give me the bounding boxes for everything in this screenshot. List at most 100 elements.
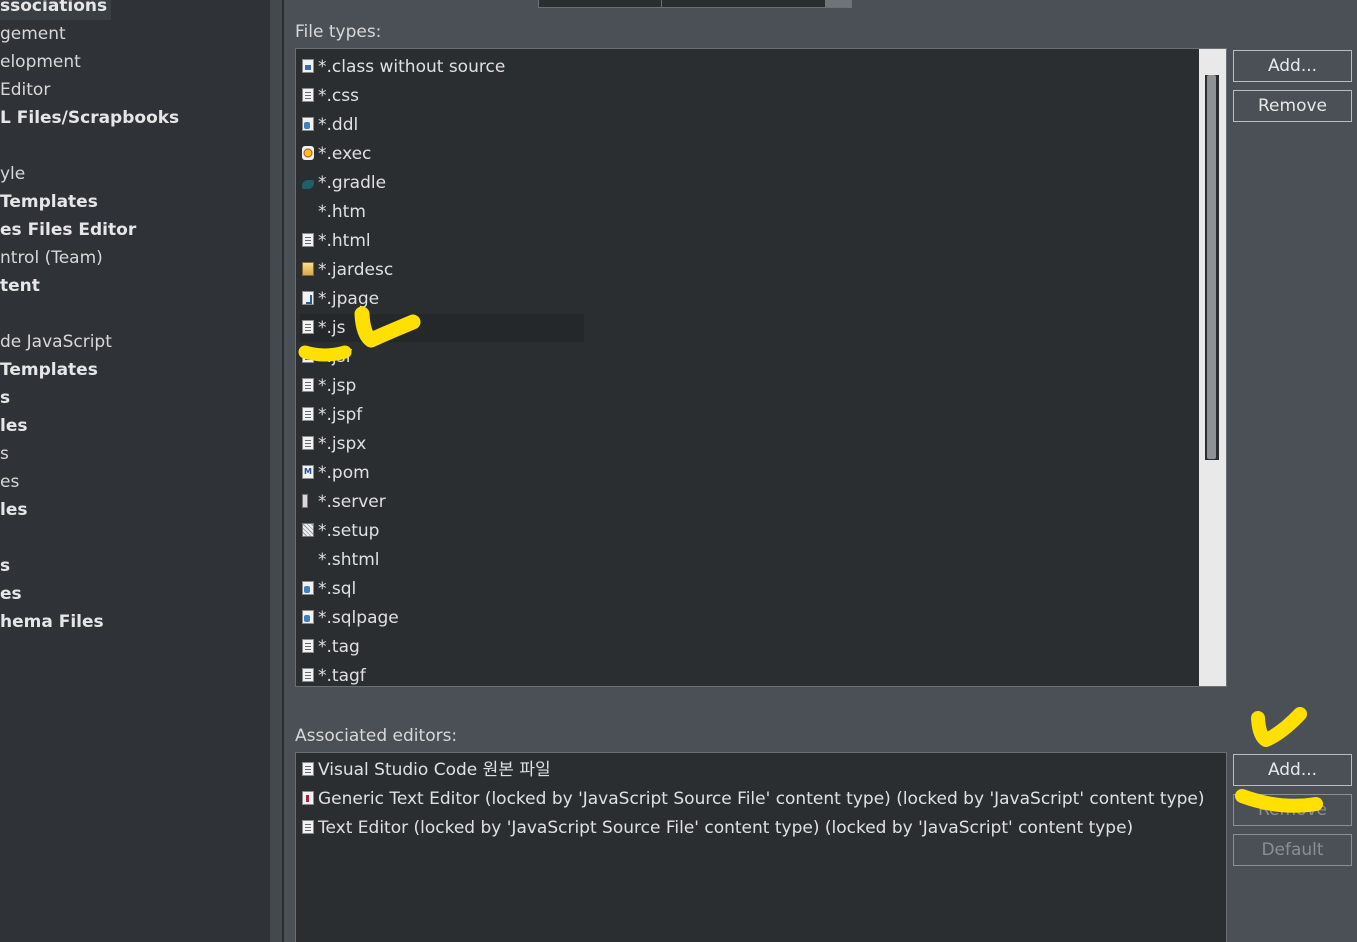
file-type-label: *.jsp: [318, 376, 357, 396]
file-type-label: *.gradle: [318, 173, 387, 193]
file-type-row[interactable]: *.css: [302, 82, 359, 110]
file-type-label: *.shtml: [318, 550, 380, 570]
file-type-row[interactable]: *.shtml: [302, 546, 379, 574]
tree-item[interactable]: es: [0, 580, 22, 608]
tree-item[interactable]: elopment: [0, 48, 81, 76]
tree-item[interactable]: yle: [0, 160, 25, 188]
file-type-row[interactable]: *.sqlpage: [302, 604, 399, 632]
editors-add-button[interactable]: Add...: [1233, 754, 1352, 786]
file-types-scroll-thumb[interactable]: [1207, 75, 1216, 459]
file-type-row[interactable]: *.jspf: [302, 401, 362, 429]
exec-gear-icon: [302, 146, 314, 160]
file-type-label: *.sqlpage: [318, 608, 399, 628]
editor-row[interactable]: Text Editor (locked by 'JavaScript Sourc…: [302, 814, 1133, 842]
file-type-row[interactable]: *.ddl: [302, 111, 358, 139]
text-file-icon: [302, 407, 314, 421]
tree-item[interactable]: gement: [0, 20, 66, 48]
tree-item[interactable]: les: [0, 496, 27, 524]
tree-item[interactable]: ssociations: [0, 0, 112, 20]
file-types-list[interactable]: *.class without source *.css *.ddl *.exec *.…: [295, 48, 1227, 687]
combo-dropdown-button[interactable]: [825, 0, 851, 7]
file-type-row[interactable]: *.server: [302, 488, 386, 516]
tree-item[interactable]: hema Files: [0, 608, 104, 636]
tree-item[interactable]: s: [0, 552, 10, 580]
text-file-icon: [302, 378, 314, 392]
file-type-label: *.sql: [318, 579, 357, 599]
associated-editors-label: Associated editors:: [295, 726, 458, 746]
file-type-label: *.html: [318, 231, 371, 251]
editor-row[interactable]: Visual Studio Code 원본 파일: [302, 756, 551, 784]
editor-label: Text Editor (locked by 'JavaScript Sourc…: [318, 818, 1134, 838]
file-type-label: *.jpage: [318, 289, 380, 309]
associated-editors-list[interactable]: Visual Studio Code 원본 파일 Generic Text Edi…: [295, 752, 1227, 942]
file-type-label: *.class without source: [318, 57, 506, 77]
file-types-add-button[interactable]: Add...: [1233, 50, 1352, 82]
class-file-icon: [302, 59, 314, 73]
file-type-row[interactable]: *.html: [302, 227, 371, 255]
sql-file-icon: [302, 610, 314, 624]
editors-remove-button[interactable]: Remove: [1233, 794, 1352, 826]
content-type-combo[interactable]: [538, 0, 852, 8]
file-types-label: File types:: [295, 22, 382, 42]
maven-pom-icon: [302, 458, 314, 486]
text-file-icon: [302, 349, 314, 363]
tree-item[interactable]: Templates: [0, 188, 98, 216]
tree-item[interactable]: s: [0, 440, 9, 468]
text-file-icon: [302, 88, 314, 102]
tree-item[interactable]: les: [0, 412, 27, 440]
file-type-label: *.setup: [318, 521, 380, 541]
file-type-row[interactable]: *.js: [300, 314, 584, 342]
tree-item[interactable]: es Files Editor: [0, 216, 136, 244]
file-type-row[interactable]: *.tag: [302, 633, 360, 661]
text-file-icon: [302, 762, 314, 776]
file-types-remove-button[interactable]: Remove: [1233, 90, 1352, 122]
file-type-row[interactable]: *.gradle: [302, 169, 386, 197]
file-type-label: *.jspf: [318, 405, 363, 425]
text-file-icon: [302, 668, 314, 682]
file-type-label: *.jardesc: [318, 260, 394, 280]
file-type-row[interactable]: *.setup: [302, 517, 379, 545]
file-type-label: *.tag: [318, 637, 360, 657]
file-type-row[interactable]: *.jardesc: [302, 256, 393, 284]
preference-tree[interactable]: ssociations gement elopment Editor L Files/S…: [0, 0, 270, 942]
gradle-elephant-icon: [302, 180, 314, 189]
file-type-row[interactable]: *.sql: [302, 575, 356, 603]
file-type-label: *.htm: [318, 202, 366, 222]
splitter-line: [282, 0, 284, 942]
file-type-row[interactable]: *.tagf: [302, 662, 366, 686]
file-type-row[interactable]: *.class without source: [302, 53, 505, 81]
file-type-row[interactable]: *.jspx: [302, 430, 366, 458]
file-type-row[interactable]: *.htm: [302, 198, 366, 226]
file-type-row[interactable]: *.jpage: [302, 285, 379, 313]
text-file-icon: [302, 320, 314, 334]
tree-item[interactable]: L Files/Scrapbooks: [0, 104, 179, 132]
sql-file-icon: [302, 117, 314, 131]
tree-item[interactable]: de JavaScript: [0, 328, 112, 356]
editor-label: Generic Text Editor (locked by 'JavaScri…: [318, 789, 1205, 809]
file-type-row[interactable]: *.jsf: [302, 343, 351, 371]
file-type-label: *.css: [318, 86, 359, 106]
tree-item[interactable]: Editor: [0, 76, 50, 104]
file-types-scrollbar[interactable]: [1205, 75, 1219, 460]
tree-item[interactable]: s: [0, 384, 10, 412]
file-type-label: *.js: [318, 318, 346, 338]
java-page-icon: [302, 291, 314, 305]
preferences-window: ssociations gement elopment Editor L Files/S…: [0, 0, 1357, 942]
tree-item[interactable]: es: [0, 468, 19, 496]
file-type-row[interactable]: *.jsp: [302, 372, 356, 400]
generic-editor-icon: [302, 791, 314, 805]
tree-item[interactable]: Templates: [0, 356, 98, 384]
splitter-sash[interactable]: [270, 0, 282, 942]
editor-row[interactable]: Generic Text Editor (locked by 'JavaScri…: [302, 785, 1205, 813]
tree-item[interactable]: tent: [0, 272, 40, 300]
text-file-icon: [302, 436, 314, 450]
file-type-row[interactable]: *.exec: [302, 140, 371, 168]
file-type-row[interactable]: *.pom: [302, 458, 370, 487]
tree-item[interactable]: ntrol (Team): [0, 244, 103, 272]
file-type-label: *.pom: [318, 463, 370, 483]
editors-default-button[interactable]: Default: [1233, 834, 1352, 866]
setup-file-icon: [302, 523, 314, 537]
file-type-label: *.exec: [318, 144, 372, 164]
sql-file-icon: [302, 581, 314, 595]
combo-separator: [661, 0, 662, 7]
